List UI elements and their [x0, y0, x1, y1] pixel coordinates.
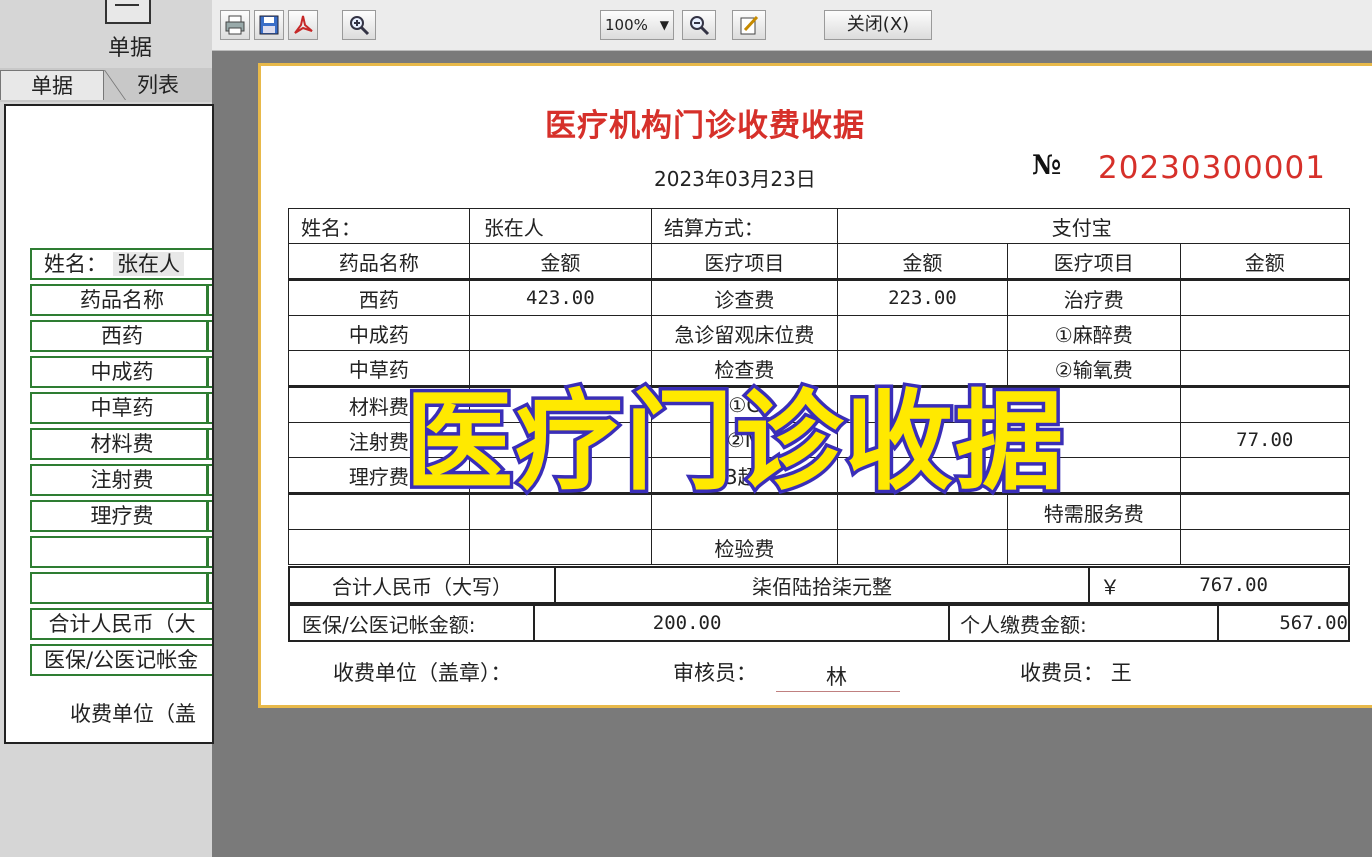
form-row	[30, 572, 212, 604]
name-value: 张在人	[468, 208, 652, 244]
table-cell	[836, 529, 1009, 565]
table-cell: 治疗费	[1007, 279, 1181, 316]
personal-amount: 567.00	[1217, 604, 1350, 642]
zoom-in-icon	[350, 16, 370, 36]
tab-document[interactable]: 单据	[0, 70, 104, 100]
receipt-number: 20230300001	[1098, 150, 1326, 186]
pdf-icon	[294, 15, 313, 34]
chevron-down-icon: ▼	[659, 18, 669, 32]
nav-document-label[interactable]: 单据	[95, 30, 165, 62]
cashier-value: 王	[1110, 661, 1132, 685]
form-row: 中草药	[30, 392, 212, 424]
reviewer-label: 审核员：	[673, 661, 757, 685]
table-cell: 检验费	[650, 529, 838, 565]
total-table: 合计人民币（大写） 柒佰陆拾柒元整 ￥ 767.00	[288, 566, 1350, 604]
table-cell	[1179, 493, 1351, 530]
receipt-title: 医疗机构门诊收费收据	[545, 108, 865, 144]
table-row: 西药 423.00 诊查费 223.00 治疗费	[288, 279, 1351, 316]
save-button[interactable]	[254, 10, 284, 40]
document-icon[interactable]	[105, 0, 151, 24]
tab-list[interactable]: 列表	[104, 70, 212, 100]
form-row	[30, 536, 212, 568]
name-label: 姓名：	[288, 208, 470, 244]
export-pdf-button[interactable]	[288, 10, 318, 40]
floppy-disk-icon	[259, 15, 279, 35]
table-row: 检验费	[288, 529, 1351, 565]
receipt-date: 2023年03月23日	[654, 167, 816, 191]
table-cell: 77.00	[1179, 422, 1351, 458]
table-cell	[1179, 279, 1351, 316]
payment-value: 支付宝	[836, 208, 1351, 244]
form-row: 药品名称	[30, 284, 212, 316]
form-row: 中成药	[30, 356, 212, 388]
table-row: 中成药 急诊留观床位费 ①麻醉费	[288, 315, 1351, 351]
name-payment-row: 姓名： 张在人 结算方式： 支付宝	[288, 208, 1351, 244]
insurance-label: 医保/公医记帐金额:	[288, 604, 534, 642]
form-row: 材料费	[30, 428, 212, 460]
reviewer-value: 林	[776, 661, 900, 692]
cashier-label: 收费员：	[1020, 661, 1104, 685]
table-header-row: 药品名称 金额 医疗项目 金额 医疗项目 金额	[288, 243, 1351, 281]
form-row: 理疗费	[30, 500, 212, 532]
payment-label: 结算方式：	[650, 208, 838, 244]
left-panel: 单据 单据 列表 姓名： 张在人 药品名称 西药 中成药 中草药 材料费 注射费 …	[0, 0, 214, 857]
table-cell	[468, 315, 652, 351]
table-cell	[1179, 529, 1351, 565]
table-header: 医疗项目	[650, 243, 838, 281]
table-cell: 423.00	[468, 279, 652, 316]
printer-icon	[225, 15, 245, 35]
table-cell	[1179, 457, 1351, 495]
insurance-amount: 200.00	[532, 604, 951, 642]
form-fee-unit-label: 收费单位（盖	[70, 702, 196, 726]
zoom-out-button[interactable]	[682, 10, 716, 40]
receipt-number-label: №	[1032, 150, 1062, 181]
zoom-in-button[interactable]	[342, 10, 376, 40]
form-total-row: 合计人民币（大	[30, 608, 212, 640]
total-row: 合计人民币（大写） 柒佰陆拾柒元整 ￥ 767.00	[288, 566, 1350, 604]
table-header: 金额	[1179, 243, 1351, 281]
total-amount: 767.00	[1130, 566, 1350, 604]
settlement-table: 医保/公医记帐金额: 200.00 个人缴费金额: 567.00	[288, 604, 1350, 642]
zoom-value: 100%	[605, 16, 648, 34]
currency-symbol: ￥	[1088, 566, 1130, 604]
table-header: 金额	[468, 243, 652, 281]
table-cell	[836, 315, 1009, 351]
close-button[interactable]: 关闭(X)	[824, 10, 932, 40]
overlay-caption: 医疗门诊收据	[401, 377, 1066, 509]
table-cell: 急诊留观床位费	[650, 315, 838, 351]
table-cell	[1179, 350, 1351, 388]
form-row: 注射费	[30, 464, 212, 496]
personal-label: 个人缴费金额:	[948, 604, 1219, 642]
edit-icon	[740, 15, 759, 35]
table-cell	[1179, 315, 1351, 351]
edit-button[interactable]	[732, 10, 766, 40]
total-label: 合计人民币（大写）	[288, 566, 556, 604]
table-cell	[288, 529, 470, 565]
table-header: 医疗项目	[1007, 243, 1181, 281]
form-name-row: 姓名： 张在人	[30, 248, 212, 280]
table-cell: 中成药	[288, 315, 470, 351]
table-cell: 223.00	[836, 279, 1009, 316]
table-cell: ①麻醉费	[1007, 315, 1181, 351]
total-words: 柒佰陆拾柒元整	[554, 566, 1090, 604]
table-cell	[1007, 529, 1181, 565]
form-name-value[interactable]: 张在人	[113, 252, 184, 276]
form-name-label: 姓名：	[44, 252, 107, 276]
table-cell	[1179, 386, 1351, 423]
table-cell: 诊查费	[650, 279, 838, 316]
zoom-select[interactable]: 100% ▼	[600, 10, 674, 40]
form-row: 西药	[30, 320, 212, 352]
cashier-field: 收费员： 王	[1020, 657, 1132, 687]
table-cell	[468, 529, 652, 565]
zoom-out-icon	[690, 16, 710, 36]
form-insurance-row: 医保/公医记帐金	[30, 644, 212, 676]
settlement-row: 医保/公医记帐金额: 200.00 个人缴费金额: 567.00	[288, 604, 1350, 642]
fee-unit-label: 收费单位（盖章）：	[333, 661, 512, 685]
table-header: 金额	[836, 243, 1009, 281]
table-cell: 西药	[288, 279, 470, 316]
table-header: 药品名称	[288, 243, 470, 281]
preview-toolbar: 100% ▼ 关闭(X)	[212, 0, 1372, 51]
print-button[interactable]	[220, 10, 250, 40]
